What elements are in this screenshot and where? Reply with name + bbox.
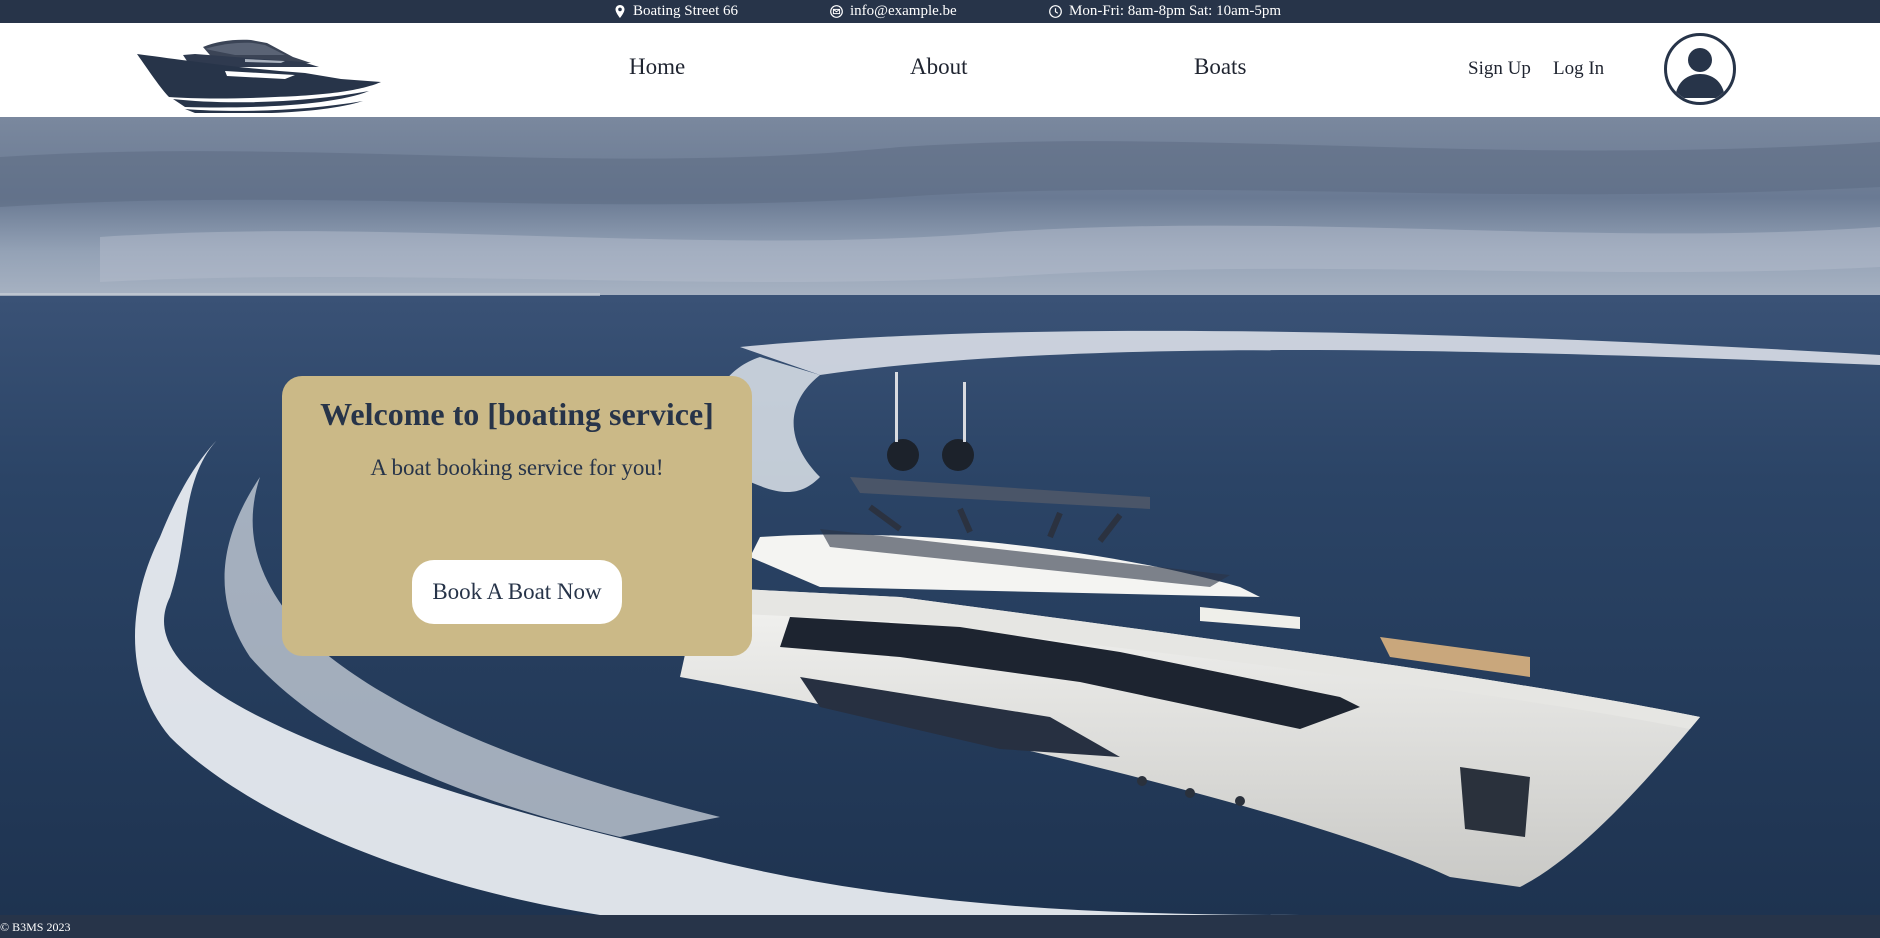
address-info: Boating Street 66 <box>613 3 738 20</box>
top-info-bar: Boating Street 66 info@example.be Mon-Fr… <box>0 0 1880 23</box>
book-boat-button[interactable]: Book A Boat Now <box>412 560 622 624</box>
clock-icon <box>1049 5 1062 18</box>
email-info: info@example.be <box>830 3 957 20</box>
nav-home-link[interactable]: Home <box>629 54 685 80</box>
welcome-card: Welcome to [boating service] A boat book… <box>282 376 752 656</box>
log-in-link[interactable]: Log In <box>1553 58 1604 80</box>
sign-up-link[interactable]: Sign Up <box>1468 58 1531 80</box>
nav-boats-link[interactable]: Boats <box>1194 54 1246 80</box>
site-header: Home About Boats Sign Up Log In <box>0 23 1880 117</box>
welcome-subtitle: A boat booking service for you! <box>370 455 664 480</box>
address-text: Boating Street 66 <box>633 3 738 19</box>
site-footer: © B3MS 2023 <box>0 915 1880 938</box>
nav-about-link[interactable]: About <box>910 54 968 80</box>
email-text[interactable]: info@example.be <box>850 3 957 20</box>
yacht-logo-icon[interactable] <box>135 33 383 114</box>
user-avatar-icon[interactable] <box>1664 33 1736 105</box>
map-pin-icon <box>613 5 626 18</box>
hours-text: Mon-Fri: 8am-8pm Sat: 10am-5pm <box>1069 3 1282 19</box>
welcome-title: Welcome to [boating service] <box>320 396 714 432</box>
hours-info: Mon-Fri: 8am-8pm Sat: 10am-5pm <box>1049 3 1281 20</box>
envelope-icon <box>830 5 843 18</box>
hero-section: Welcome to [boating service] A boat book… <box>0 117 1880 915</box>
copyright-text: © B3MS 2023 <box>0 920 71 934</box>
